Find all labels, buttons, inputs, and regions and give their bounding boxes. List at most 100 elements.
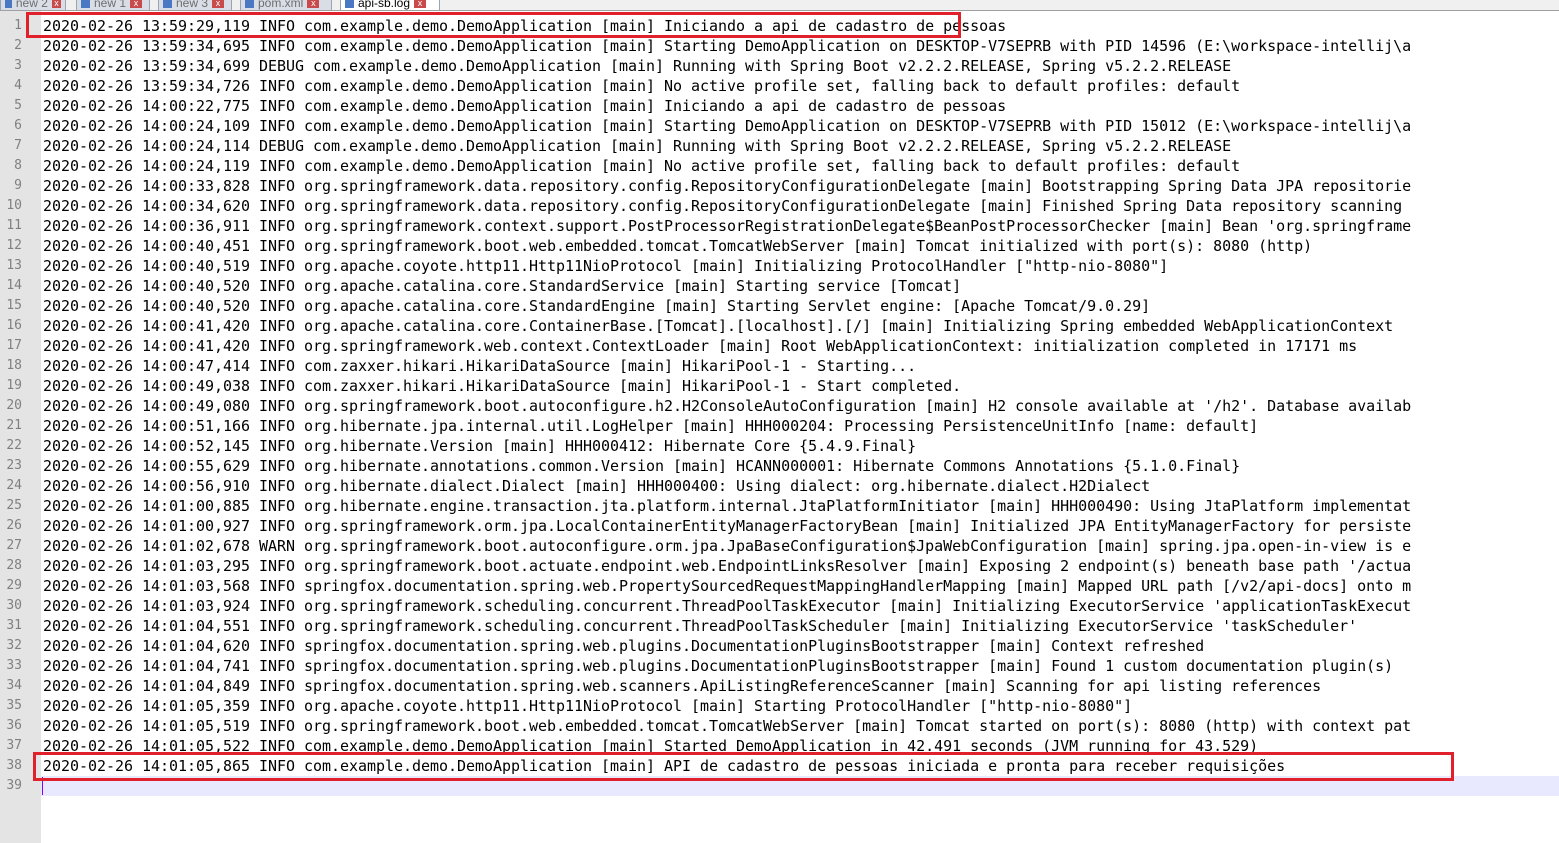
log-line: 2020-02-26 13:59:34,695 INFO com.example…: [43, 37, 1412, 55]
line-number: 15: [6, 298, 22, 313]
log-line: 2020-02-26 14:00:49,038 INFO com.zaxxer.…: [43, 377, 962, 395]
log-line: 2020-02-26 13:59:29,119 INFO com.example…: [43, 17, 1007, 35]
close-icon[interactable]: x: [307, 0, 320, 8]
log-line: 2020-02-26 14:00:40,520 INFO org.apache.…: [43, 297, 1151, 315]
log-line: 2020-02-26 14:01:05,522 INFO com.example…: [43, 737, 1259, 755]
log-line: 2020-02-26 14:00:41,420 INFO org.apache.…: [43, 317, 1394, 335]
current-line-highlight: [41, 776, 1559, 796]
log-line: 2020-02-26 14:01:05,865 INFO com.example…: [43, 757, 1286, 775]
file-icon: [245, 0, 254, 8]
line-number: 23: [6, 458, 22, 473]
line-number: 30: [6, 598, 22, 613]
line-number: 5: [14, 98, 22, 113]
line-number: 13: [6, 258, 22, 273]
line-number: 31: [6, 618, 22, 633]
text-caret: [42, 777, 43, 795]
log-line: 2020-02-26 14:01:00,885 INFO org.hiberna…: [43, 497, 1412, 515]
log-line: 2020-02-26 14:01:04,741 INFO springfox.d…: [43, 657, 1394, 675]
tab-new-1[interactable]: new 1 x: [76, 0, 150, 10]
line-number: 12: [6, 238, 22, 253]
line-number: 19: [6, 378, 22, 393]
tab-bar: new 2 x new 1 x new 3 x pom.xml x api-sb…: [0, 0, 1559, 11]
line-number: 17: [6, 338, 22, 353]
file-icon: [163, 0, 172, 8]
log-line: 2020-02-26 14:00:34,620 INFO org.springf…: [43, 197, 1403, 215]
log-line: 2020-02-26 14:01:04,620 INFO springfox.d…: [43, 637, 1205, 655]
log-line: 2020-02-26 14:00:40,519 INFO org.apache.…: [43, 257, 1169, 275]
tab-pom-xml[interactable]: pom.xml x: [240, 0, 332, 10]
log-line: 2020-02-26 14:01:04,849 INFO springfox.d…: [43, 677, 1322, 695]
log-line: 2020-02-26 14:01:03,295 INFO org.springf…: [43, 557, 1412, 575]
line-number: 7: [14, 138, 22, 153]
close-icon[interactable]: x: [212, 0, 225, 8]
line-number: 24: [6, 478, 22, 493]
line-number: 28: [6, 558, 22, 573]
tab-label: new 2: [15, 0, 48, 10]
close-icon[interactable]: x: [414, 0, 427, 8]
close-icon[interactable]: x: [130, 0, 143, 8]
line-number-gutter[interactable]: 1 2 3 4 5 6 7 8 9 10 11 12 13 14 15 16 17 18 19 20 21 22 23 24 2…: [0, 11, 41, 843]
log-line: 2020-02-26 14:00:55,629 INFO org.hiberna…: [43, 457, 1241, 475]
text-area[interactable]: 2020-02-26 13:59:29,119 INFO com.example…: [41, 11, 1559, 843]
line-number: 2: [14, 38, 22, 53]
line-number: 35: [6, 698, 22, 713]
notepad-plus-plus-window: new 2 x new 1 x new 3 x pom.xml x api-sb…: [0, 0, 1559, 843]
tab-api-sb-log[interactable]: api-sb.log x: [340, 0, 440, 10]
log-line: 2020-02-26 13:59:34,699 DEBUG com.exampl…: [43, 57, 1232, 75]
line-number: 8: [14, 158, 22, 173]
tab-new-3[interactable]: new 3 x: [158, 0, 232, 10]
line-number: 39: [6, 778, 22, 793]
log-line: 2020-02-26 14:00:40,451 INFO org.springf…: [43, 237, 1313, 255]
line-number: 6: [14, 118, 22, 133]
tab-label: new 3: [176, 0, 209, 10]
file-icon: [81, 0, 90, 8]
line-number: 36: [6, 718, 22, 733]
line-number: 16: [6, 318, 22, 333]
log-line: 2020-02-26 14:00:36,911 INFO org.springf…: [43, 217, 1412, 235]
log-line: 2020-02-26 14:00:51,166 INFO org.hiberna…: [43, 417, 1259, 435]
log-line: 2020-02-26 14:01:05,519 INFO org.springf…: [43, 717, 1412, 735]
tab-label: pom.xml: [258, 0, 304, 10]
line-number: 29: [6, 578, 22, 593]
log-line: 2020-02-26 14:00:33,828 INFO org.springf…: [43, 177, 1412, 195]
line-number: 9: [14, 178, 22, 193]
tab-new-2[interactable]: new 2 x: [0, 0, 66, 10]
tab-label: new 1: [94, 0, 127, 10]
log-line: 2020-02-26 14:00:24,114 DEBUG com.exampl…: [43, 137, 1232, 155]
line-number: 4: [14, 78, 22, 93]
log-line: 2020-02-26 14:01:02,678 WARN org.springf…: [43, 537, 1412, 555]
line-number: 18: [6, 358, 22, 373]
line-number: 33: [6, 658, 22, 673]
line-number: 14: [6, 278, 22, 293]
log-line: 2020-02-26 14:00:22,775 INFO com.example…: [43, 97, 1007, 115]
line-number: 21: [6, 418, 22, 433]
log-line: 2020-02-26 14:00:49,080 INFO org.springf…: [43, 397, 1412, 415]
log-line: 2020-02-26 14:01:05,359 INFO org.apache.…: [43, 697, 1133, 715]
tab-label: api-sb.log: [358, 0, 411, 10]
close-icon[interactable]: x: [51, 0, 61, 8]
log-line: 2020-02-26 14:01:03,924 INFO org.springf…: [43, 597, 1412, 615]
log-line: 2020-02-26 14:00:40,520 INFO org.apache.…: [43, 277, 962, 295]
line-number: 1: [14, 18, 22, 33]
line-number: 32: [6, 638, 22, 653]
file-icon: [5, 0, 12, 8]
line-number: 25: [6, 498, 22, 513]
log-line: 2020-02-26 14:01:04,551 INFO org.springf…: [43, 617, 1358, 635]
editor[interactable]: 1 2 3 4 5 6 7 8 9 10 11 12 13 14 15 16 17 18 19 20 21 22 23 24 2…: [0, 11, 1559, 843]
line-number: 34: [6, 678, 22, 693]
log-line: 2020-02-26 14:01:00,927 INFO org.springf…: [43, 517, 1412, 535]
line-number: 11: [6, 218, 22, 233]
log-line: 2020-02-26 13:59:34,726 INFO com.example…: [43, 77, 1241, 95]
log-line: 2020-02-26 14:00:52,145 INFO org.hiberna…: [43, 437, 917, 455]
line-number: 37: [6, 738, 22, 753]
log-line: 2020-02-26 14:00:47,414 INFO com.zaxxer.…: [43, 357, 917, 375]
log-line: 2020-02-26 14:00:56,910 INFO org.hiberna…: [43, 477, 1151, 495]
line-number: 10: [6, 198, 22, 213]
log-line: 2020-02-26 14:00:24,119 INFO com.example…: [43, 157, 1241, 175]
line-number: 20: [6, 398, 22, 413]
line-number: 27: [6, 538, 22, 553]
line-number: 3: [14, 58, 22, 73]
file-icon: [345, 0, 354, 8]
log-line: 2020-02-26 14:00:41,420 INFO org.springf…: [43, 337, 1358, 355]
line-number: 22: [6, 438, 22, 453]
